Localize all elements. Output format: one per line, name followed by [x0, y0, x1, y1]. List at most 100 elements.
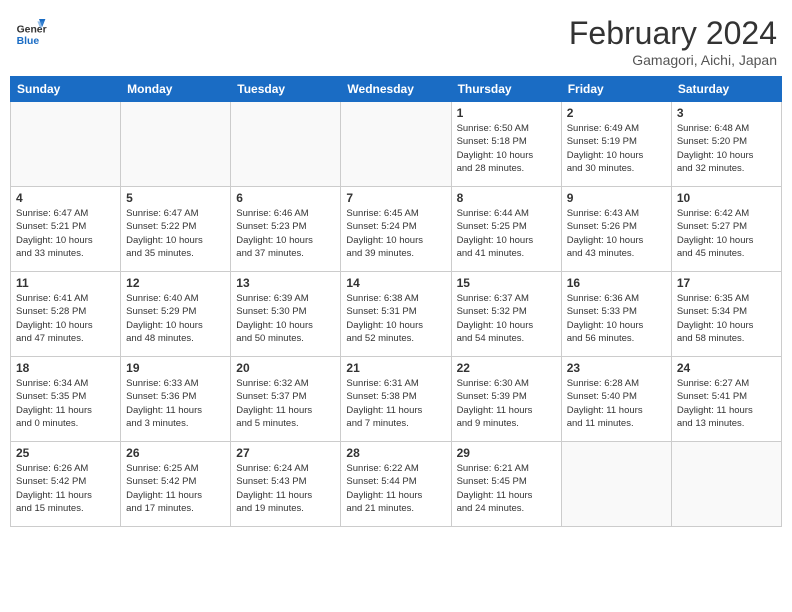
day-number: 29 — [457, 446, 556, 460]
day-number: 23 — [567, 361, 666, 375]
calendar-day-cell: 5 Sunrise: 6:47 AM Sunset: 5:22 PM Daylig… — [121, 187, 231, 272]
calendar-day-cell: 10 Sunrise: 6:42 AM Sunset: 5:27 PM Dayli… — [671, 187, 781, 272]
day-info: Sunrise: 6:25 AM Sunset: 5:42 PM Dayligh… — [126, 462, 225, 515]
day-number: 24 — [677, 361, 776, 375]
calendar-day-cell — [121, 102, 231, 187]
day-info: Sunrise: 6:44 AM Sunset: 5:25 PM Dayligh… — [457, 207, 556, 260]
calendar-week-row: 1 Sunrise: 6:50 AM Sunset: 5:18 PM Daylig… — [11, 102, 782, 187]
calendar-day-cell: 3Sunrise: 6:48 AM Sunset: 5:20 PM Daylig… — [671, 102, 781, 187]
calendar-day-cell: 29 Sunrise: 6:21 AM Sunset: 5:45 PM Dayli… — [451, 442, 561, 527]
day-number: 26 — [126, 446, 225, 460]
calendar-day-cell: 6 Sunrise: 6:46 AM Sunset: 5:23 PM Daylig… — [231, 187, 341, 272]
calendar-day-cell: 22 Sunrise: 6:30 AM Sunset: 5:39 PM Dayli… — [451, 357, 561, 442]
day-info: Sunrise: 6:24 AM Sunset: 5:43 PM Dayligh… — [236, 462, 335, 515]
calendar-day-cell: 14 Sunrise: 6:38 AM Sunset: 5:31 PM Dayli… — [341, 272, 451, 357]
day-number: 6 — [236, 191, 335, 205]
calendar-day-cell: 9 Sunrise: 6:43 AM Sunset: 5:26 PM Daylig… — [561, 187, 671, 272]
weekday-header: Friday — [561, 77, 671, 102]
calendar-day-cell: 25Sunrise: 6:26 AM Sunset: 5:42 PM Dayli… — [11, 442, 121, 527]
day-info: Sunrise: 6:32 AM Sunset: 5:37 PM Dayligh… — [236, 377, 335, 430]
day-number: 27 — [236, 446, 335, 460]
day-info: Sunrise: 6:21 AM Sunset: 5:45 PM Dayligh… — [457, 462, 556, 515]
calendar-day-cell — [561, 442, 671, 527]
day-info: Sunrise: 6:33 AM Sunset: 5:36 PM Dayligh… — [126, 377, 225, 430]
day-number: 22 — [457, 361, 556, 375]
weekday-header: Tuesday — [231, 77, 341, 102]
calendar-day-cell: 11 Sunrise: 6:41 AM Sunset: 5:28 PM Dayli… — [11, 272, 121, 357]
day-info: Sunrise: 6:28 AM Sunset: 5:40 PM Dayligh… — [567, 377, 666, 430]
day-number: 5 — [126, 191, 225, 205]
day-info: Sunrise: 6:30 AM Sunset: 5:39 PM Dayligh… — [457, 377, 556, 430]
day-number: 7 — [346, 191, 445, 205]
calendar-day-cell: 16 Sunrise: 6:36 AM Sunset: 5:33 PM Dayli… — [561, 272, 671, 357]
calendar-day-cell — [671, 442, 781, 527]
day-info: Sunrise: 6:46 AM Sunset: 5:23 PM Dayligh… — [236, 207, 335, 260]
day-number: 8 — [457, 191, 556, 205]
calendar-day-cell: 23 Sunrise: 6:28 AM Sunset: 5:40 PM Dayli… — [561, 357, 671, 442]
calendar-day-cell: 19Sunrise: 6:33 AM Sunset: 5:36 PM Dayli… — [121, 357, 231, 442]
page-header: General Blue February 2024 Gamagori, Aic… — [10, 10, 782, 68]
day-info: Sunrise: 6:27 AM Sunset: 5:41 PM Dayligh… — [677, 377, 776, 430]
day-info: Sunrise: 6:35 AM Sunset: 5:34 PM Dayligh… — [677, 292, 776, 345]
day-info: Sunrise: 6:48 AM Sunset: 5:20 PM Dayligh… — [677, 122, 776, 175]
location-subtitle: Gamagori, Aichi, Japan — [569, 52, 777, 68]
day-number: 4 — [16, 191, 115, 205]
calendar-day-cell: 2 Sunrise: 6:49 AM Sunset: 5:19 PM Daylig… — [561, 102, 671, 187]
day-info: Sunrise: 6:42 AM Sunset: 5:27 PM Dayligh… — [677, 207, 776, 260]
day-number: 13 — [236, 276, 335, 290]
day-number: 17 — [677, 276, 776, 290]
day-info: Sunrise: 6:49 AM Sunset: 5:19 PM Dayligh… — [567, 122, 666, 175]
day-info: Sunrise: 6:47 AM Sunset: 5:22 PM Dayligh… — [126, 207, 225, 260]
calendar-day-cell: 28Sunrise: 6:22 AM Sunset: 5:44 PM Dayli… — [341, 442, 451, 527]
day-number: 20 — [236, 361, 335, 375]
day-info: Sunrise: 6:40 AM Sunset: 5:29 PM Dayligh… — [126, 292, 225, 345]
day-number: 1 — [457, 106, 556, 120]
calendar-day-cell — [11, 102, 121, 187]
day-info: Sunrise: 6:38 AM Sunset: 5:31 PM Dayligh… — [346, 292, 445, 345]
weekday-header: Monday — [121, 77, 231, 102]
day-number: 21 — [346, 361, 445, 375]
day-number: 2 — [567, 106, 666, 120]
calendar-week-row: 4Sunrise: 6:47 AM Sunset: 5:21 PM Daylig… — [11, 187, 782, 272]
day-number: 9 — [567, 191, 666, 205]
day-number: 28 — [346, 446, 445, 460]
day-info: Sunrise: 6:43 AM Sunset: 5:26 PM Dayligh… — [567, 207, 666, 260]
calendar-day-cell: 27 Sunrise: 6:24 AM Sunset: 5:43 PM Dayli… — [231, 442, 341, 527]
weekday-header: Sunday — [11, 77, 121, 102]
calendar-day-cell: 13Sunrise: 6:39 AM Sunset: 5:30 PM Dayli… — [231, 272, 341, 357]
calendar-week-row: 11 Sunrise: 6:41 AM Sunset: 5:28 PM Dayli… — [11, 272, 782, 357]
calendar-day-cell: 7 Sunrise: 6:45 AM Sunset: 5:24 PM Daylig… — [341, 187, 451, 272]
logo: General Blue — [15, 15, 47, 47]
day-number: 15 — [457, 276, 556, 290]
calendar-day-cell — [341, 102, 451, 187]
day-number: 14 — [346, 276, 445, 290]
calendar-day-cell: 8 Sunrise: 6:44 AM Sunset: 5:25 PM Daylig… — [451, 187, 561, 272]
calendar-day-cell: 21 Sunrise: 6:31 AM Sunset: 5:38 PM Dayli… — [341, 357, 451, 442]
day-info: Sunrise: 6:41 AM Sunset: 5:28 PM Dayligh… — [16, 292, 115, 345]
calendar-week-row: 18Sunrise: 6:34 AM Sunset: 5:35 PM Dayli… — [11, 357, 782, 442]
calendar-day-cell: 24 Sunrise: 6:27 AM Sunset: 5:41 PM Dayli… — [671, 357, 781, 442]
day-info: Sunrise: 6:36 AM Sunset: 5:33 PM Dayligh… — [567, 292, 666, 345]
calendar-day-cell: 4Sunrise: 6:47 AM Sunset: 5:21 PM Daylig… — [11, 187, 121, 272]
day-number: 10 — [677, 191, 776, 205]
day-number: 16 — [567, 276, 666, 290]
day-info: Sunrise: 6:45 AM Sunset: 5:24 PM Dayligh… — [346, 207, 445, 260]
weekday-header: Saturday — [671, 77, 781, 102]
day-info: Sunrise: 6:31 AM Sunset: 5:38 PM Dayligh… — [346, 377, 445, 430]
calendar-table: SundayMondayTuesdayWednesdayThursdayFrid… — [10, 76, 782, 527]
day-number: 18 — [16, 361, 115, 375]
logo-icon: General Blue — [15, 15, 47, 47]
day-info: Sunrise: 6:37 AM Sunset: 5:32 PM Dayligh… — [457, 292, 556, 345]
calendar-week-row: 25Sunrise: 6:26 AM Sunset: 5:42 PM Dayli… — [11, 442, 782, 527]
day-info: Sunrise: 6:50 AM Sunset: 5:18 PM Dayligh… — [457, 122, 556, 175]
calendar-day-cell: 18Sunrise: 6:34 AM Sunset: 5:35 PM Dayli… — [11, 357, 121, 442]
calendar-day-cell — [231, 102, 341, 187]
calendar-day-cell: 26 Sunrise: 6:25 AM Sunset: 5:42 PM Dayli… — [121, 442, 231, 527]
month-year-title: February 2024 — [569, 15, 777, 52]
calendar-day-cell: 1 Sunrise: 6:50 AM Sunset: 5:18 PM Daylig… — [451, 102, 561, 187]
weekday-header-row: SundayMondayTuesdayWednesdayThursdayFrid… — [11, 77, 782, 102]
calendar-day-cell: 17 Sunrise: 6:35 AM Sunset: 5:34 PM Dayli… — [671, 272, 781, 357]
weekday-header: Wednesday — [341, 77, 451, 102]
calendar-day-cell: 15 Sunrise: 6:37 AM Sunset: 5:32 PM Dayli… — [451, 272, 561, 357]
day-number: 11 — [16, 276, 115, 290]
